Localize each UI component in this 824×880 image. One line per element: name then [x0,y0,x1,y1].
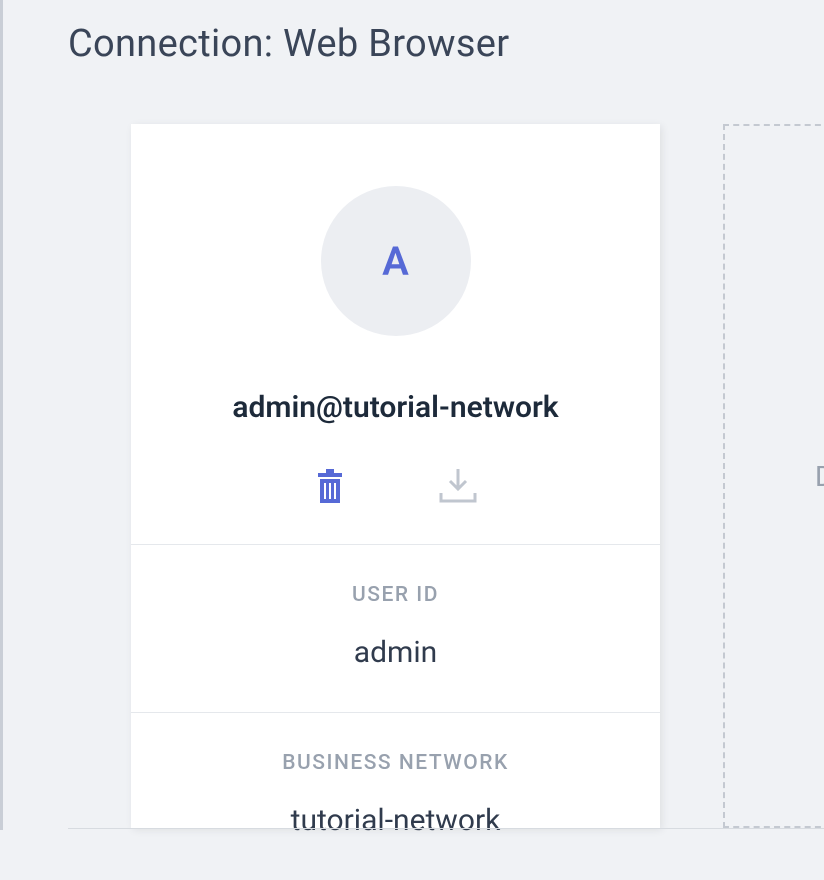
card-header: A admin@tutorial-network [131,124,660,545]
business-network-value: tutorial-network [131,803,660,838]
drop-zone-text: D [815,460,824,493]
drop-zone[interactable]: D [723,124,824,828]
page-title: Connection: Web Browser [68,22,509,66]
user-id-section: USER ID admin [131,545,660,713]
left-border [0,0,3,830]
download-icon [439,469,477,506]
download-button[interactable] [439,469,477,506]
identity-card: A admin@tutorial-network [131,124,660,828]
user-id-value: admin [131,635,660,670]
trash-icon [315,469,345,506]
delete-button[interactable] [315,469,345,506]
avatar: A [321,186,471,336]
business-network-label: BUSINESS NETWORK [131,751,660,775]
card-actions [131,469,660,506]
user-id-label: USER ID [131,583,660,607]
avatar-initial: A [382,238,409,285]
business-network-section: BUSINESS NETWORK tutorial-network [131,713,660,880]
identity-name: admin@tutorial-network [131,390,660,425]
bottom-divider [68,828,824,829]
